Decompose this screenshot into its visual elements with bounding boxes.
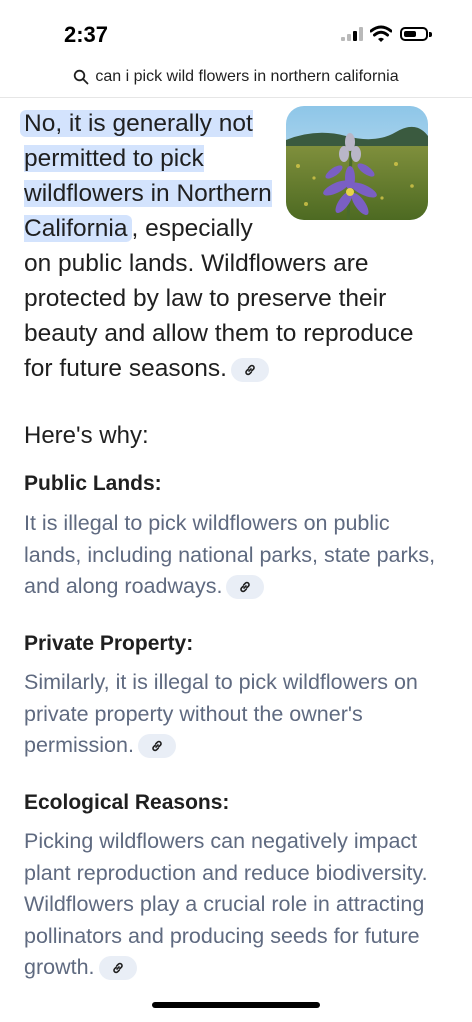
section-title-public-lands: Public Lands: — [24, 472, 162, 495]
wildflower-photo — [286, 106, 428, 220]
link-icon — [240, 582, 251, 593]
source-link-button[interactable] — [98, 956, 137, 981]
battery-icon — [400, 27, 428, 41]
search-icon — [74, 69, 89, 85]
source-link-button[interactable] — [226, 575, 265, 600]
wildflower-image[interactable] — [286, 106, 428, 220]
home-indicator[interactable] — [152, 1002, 320, 1008]
section-title-private-property: Private Property: — [24, 632, 194, 655]
cellular-signal-icon — [341, 27, 363, 41]
section-body-private-property: Similarly, it is illegal to pick wildflo… — [24, 670, 418, 759]
source-link-button[interactable] — [230, 357, 269, 382]
source-link-button[interactable] — [137, 734, 176, 759]
status-bar: 2:37 — [0, 0, 472, 64]
divider — [0, 97, 472, 98]
answer-intro: No, it is generally not permitted to pic… — [20, 106, 428, 386]
status-time: 2:37 — [64, 22, 109, 47]
link-icon — [152, 741, 162, 752]
link-icon — [112, 963, 123, 974]
section-body-public-lands: It is illegal to pick wildflowers on pub… — [24, 511, 436, 600]
wifi-icon — [370, 25, 392, 42]
why-heading: Here's why: — [24, 422, 149, 449]
link-icon — [245, 364, 255, 375]
section-body-ecological-reasons: Picking wildflowers can negatively impac… — [24, 829, 428, 981]
section-title-ecological-reasons: Ecological Reasons: — [24, 791, 230, 814]
search-query-bar[interactable]: can i pick wild flowers in northern cali… — [0, 60, 472, 94]
search-query-text: can i pick wild flowers in northern cali… — [95, 68, 399, 85]
